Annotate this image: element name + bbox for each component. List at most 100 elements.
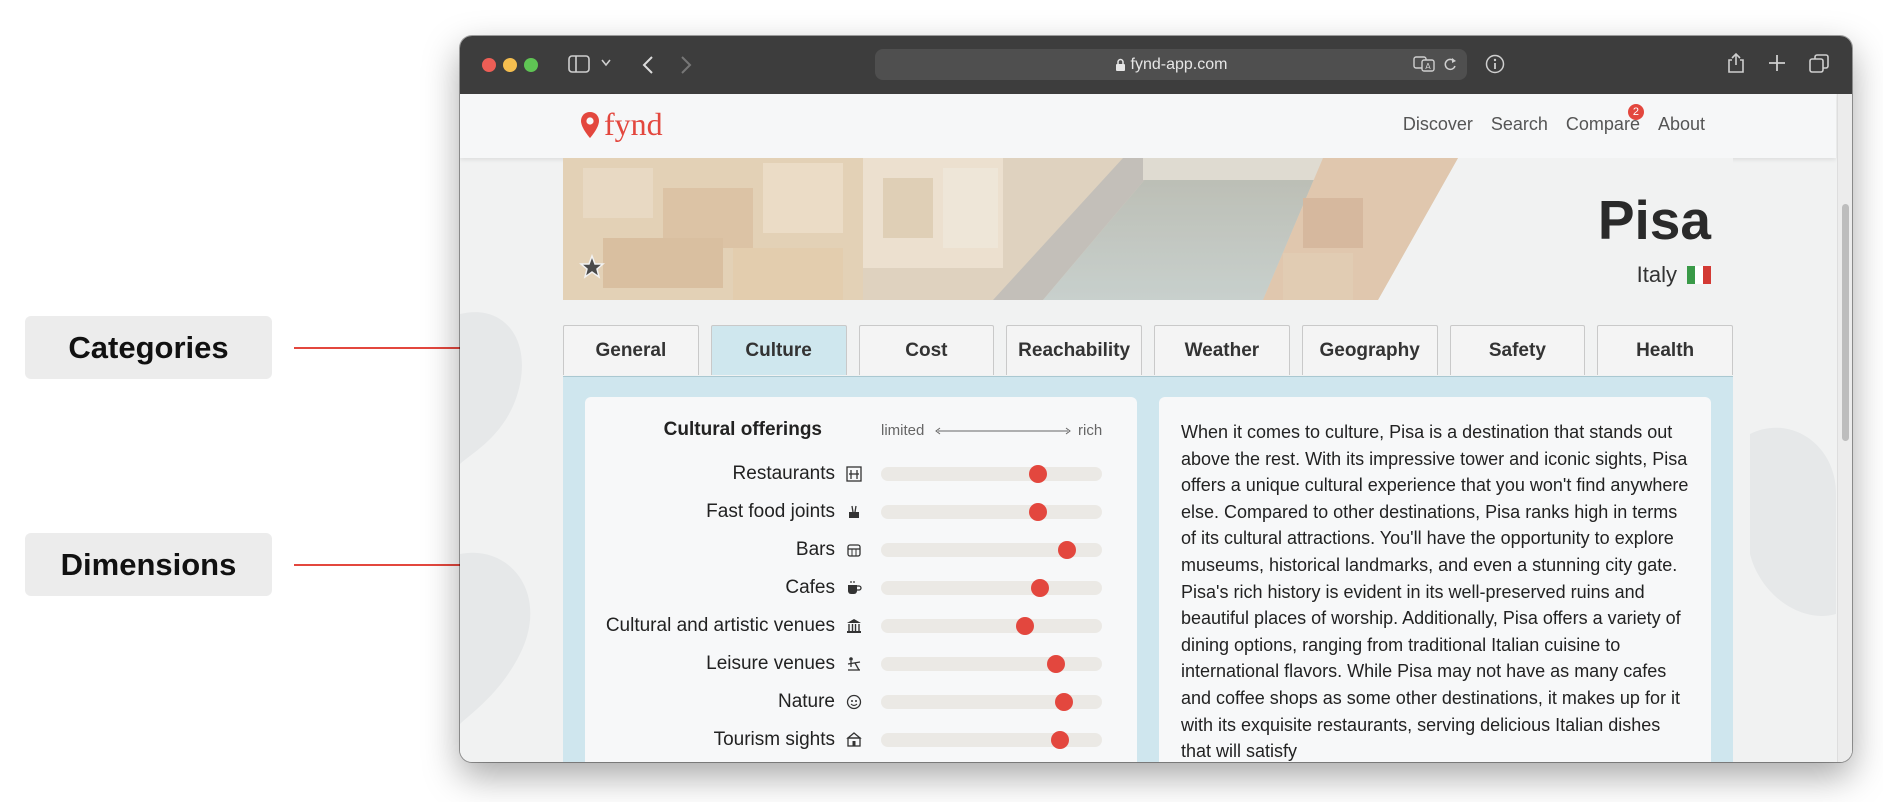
forward-icon[interactable] xyxy=(680,55,692,75)
city-photo xyxy=(563,158,1458,300)
categories-callout-label: Categories xyxy=(68,329,229,365)
dimension-marker xyxy=(1051,731,1069,749)
tab-reachability[interactable]: Reachability xyxy=(1006,325,1142,375)
dimensions-callout-label: Dimensions xyxy=(60,546,237,582)
dimension-marker xyxy=(1031,579,1050,597)
dimension-marker xyxy=(1028,465,1047,483)
nav-about[interactable]: About xyxy=(1658,114,1705,135)
scale-min-label: limited xyxy=(881,422,925,439)
new-tab-icon[interactable] xyxy=(1768,54,1786,72)
bar-icon xyxy=(845,541,863,559)
nav-compare[interactable]: Compare 2 xyxy=(1566,104,1644,135)
sidebar-toggle-icon[interactable] xyxy=(568,55,590,73)
dimension-row-fast-food: Fast food joints xyxy=(585,497,1137,527)
page-viewport: fynd Discover Search Compare 2 About Pis… xyxy=(460,94,1852,762)
tab-weather[interactable]: Weather xyxy=(1154,325,1290,375)
tab-overview-icon[interactable] xyxy=(1809,54,1829,74)
page-scrollbar[interactable] xyxy=(1837,94,1852,762)
offerings-header: Cultural offerings limited rich xyxy=(585,419,1137,443)
dimension-label: Leisure venues xyxy=(706,653,835,674)
tab-culture[interactable]: Culture xyxy=(710,325,847,375)
tab-cost[interactable]: Cost xyxy=(858,325,995,375)
dimension-row-cafes: Cafes xyxy=(585,573,1137,603)
tab-general[interactable]: General xyxy=(563,325,699,375)
dimension-track xyxy=(881,541,1102,559)
dimension-marker xyxy=(1028,503,1047,521)
dimension-label: Nature xyxy=(777,691,835,712)
cultural-offerings-panel: Cultural offerings limited rich Restaura… xyxy=(585,397,1137,762)
dimension-track xyxy=(881,465,1102,483)
dimension-track xyxy=(881,655,1102,673)
dimension-label: Fast food joints xyxy=(706,501,835,522)
restaurant-icon xyxy=(845,465,863,483)
scale-arrow-icon xyxy=(935,427,1071,435)
dimension-row-tourism-sights: Tourism sights xyxy=(585,725,1137,755)
minimize-window-button[interactable] xyxy=(503,58,517,72)
dimension-marker xyxy=(1057,541,1076,559)
dimensions-callout: Dimensions xyxy=(25,533,272,596)
dimension-track xyxy=(881,693,1102,711)
address-bar[interactable]: fynd-app.com A xyxy=(875,49,1467,80)
dimension-label: Cafes xyxy=(785,577,835,598)
compare-count-badge: 2 xyxy=(1627,104,1644,120)
dimension-row-leisure-venues: Leisure venues xyxy=(585,649,1137,679)
chevron-down-icon[interactable] xyxy=(601,59,611,67)
nav-search[interactable]: Search xyxy=(1491,114,1548,135)
dimension-row-cultural-venues: Cultural and artistic venues xyxy=(585,611,1137,641)
dimension-row-restaurants: Restaurants xyxy=(585,459,1137,489)
tab-health[interactable]: Health xyxy=(1597,325,1733,375)
coffee-cup-icon xyxy=(845,579,863,597)
dimension-row-nature: Nature xyxy=(585,687,1137,717)
svg-text:A: A xyxy=(1425,62,1431,71)
country-name: Italy xyxy=(1636,262,1677,287)
scrollbar-thumb[interactable] xyxy=(1842,204,1849,441)
dimension-track xyxy=(881,617,1102,635)
nav-discover[interactable]: Discover xyxy=(1403,114,1473,135)
category-content: Cultural offerings limited rich Restaura… xyxy=(563,376,1733,762)
culture-description-panel: When it comes to culture, Pisa is a dest… xyxy=(1159,397,1711,762)
back-icon[interactable] xyxy=(642,55,654,75)
offerings-title: Cultural offerings xyxy=(663,419,822,440)
site-header: fynd Discover Search Compare 2 About xyxy=(460,94,1836,158)
dimension-label: Tourism sights xyxy=(713,729,835,750)
dimension-track xyxy=(881,503,1102,521)
reload-icon[interactable] xyxy=(1443,56,1457,77)
category-tabs: General Culture Cost Reachability Weathe… xyxy=(563,325,1733,377)
fynd-logo[interactable]: fynd xyxy=(580,106,663,143)
map-pin-icon xyxy=(581,111,599,138)
info-icon[interactable] xyxy=(1485,54,1505,74)
italy-flag-icon xyxy=(1687,266,1711,284)
tab-geography[interactable]: Geography xyxy=(1301,325,1438,375)
sightseeing-icon xyxy=(845,731,863,749)
browser-toolbar: fynd-app.com A xyxy=(460,36,1852,95)
museum-icon xyxy=(845,617,863,635)
country-line: Italy xyxy=(1637,262,1711,288)
browser-window: fynd-app.com A fynd Discover Search Comp… xyxy=(460,36,1852,762)
destination-hero: Pisa Italy xyxy=(563,158,1733,300)
close-window-button[interactable] xyxy=(482,58,496,72)
url-text: fynd-app.com xyxy=(1130,55,1228,73)
dimension-track xyxy=(881,731,1102,749)
translate-icon[interactable]: A xyxy=(1413,56,1435,77)
dimension-label: Bars xyxy=(795,539,835,560)
dimension-marker xyxy=(1046,655,1065,673)
main-nav: Discover Search Compare 2 About xyxy=(1403,104,1705,135)
scale-max-label: rich xyxy=(1078,422,1103,439)
logo-text: fynd xyxy=(604,106,663,142)
lock-icon xyxy=(1115,58,1126,72)
fast-food-icon xyxy=(845,503,863,521)
categories-callout: Categories xyxy=(25,316,272,379)
playground-icon xyxy=(845,655,863,673)
zoom-window-button[interactable] xyxy=(524,58,538,72)
dimension-marker xyxy=(1015,617,1034,635)
favorite-star-icon[interactable] xyxy=(578,253,606,285)
dimension-label: Cultural and artistic venues xyxy=(605,615,835,636)
dimension-marker xyxy=(1055,693,1074,711)
culture-description-text: When it comes to culture, Pisa is a dest… xyxy=(1181,422,1689,762)
dimension-track xyxy=(881,579,1102,597)
tab-safety[interactable]: Safety xyxy=(1449,325,1586,375)
nature-icon xyxy=(845,693,863,711)
dimension-label: Restaurants xyxy=(732,463,835,484)
city-name: Pisa xyxy=(1597,189,1711,251)
share-icon[interactable] xyxy=(1727,52,1745,74)
